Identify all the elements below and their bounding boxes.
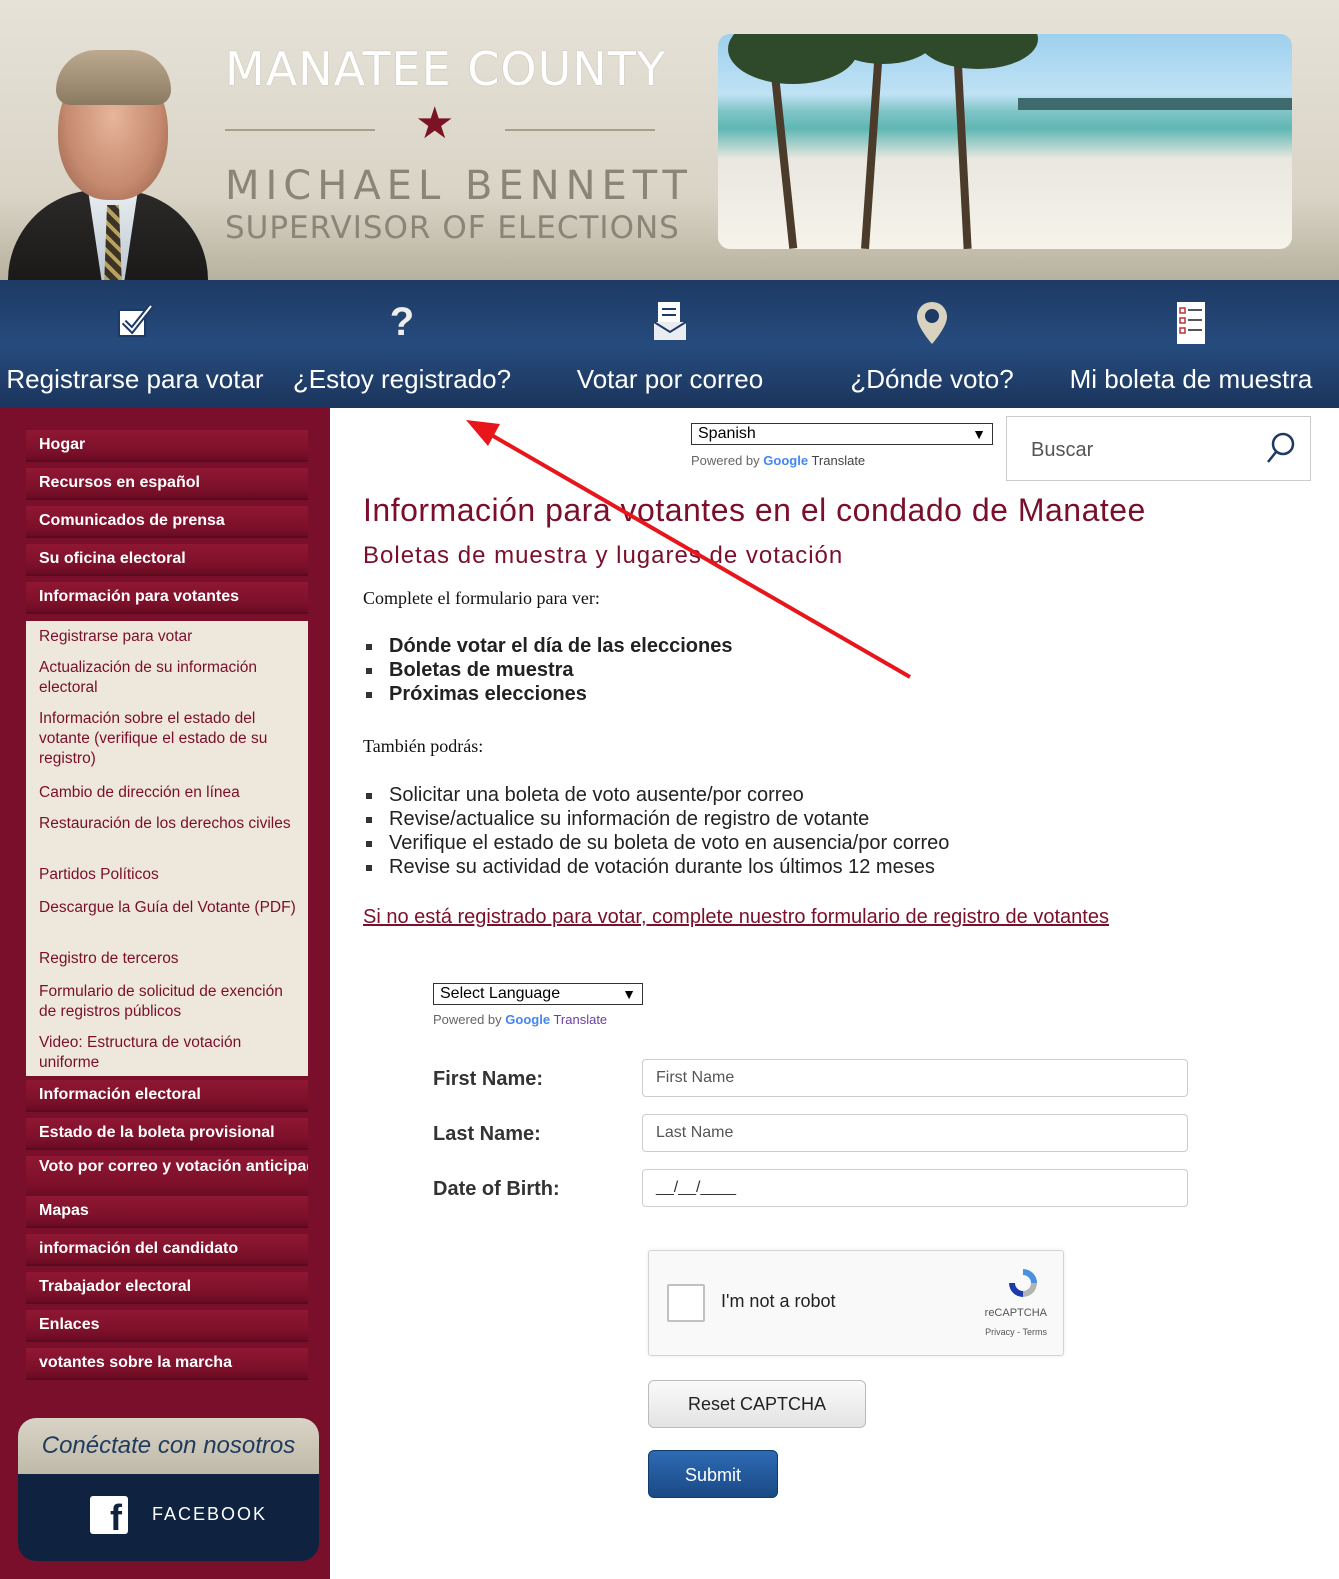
list-item: Solicitar una boleta de voto ausente/por… (363, 783, 949, 807)
nav-label: Registrarse para votar (6, 364, 264, 394)
checklist-icon (1174, 300, 1208, 355)
translate-language-select[interactable]: Spanish ▼ (691, 423, 993, 445)
nav-where-vote[interactable]: ¿Dónde voto? (804, 280, 1060, 408)
submenu-partidos[interactable]: Partidos Políticos (39, 865, 301, 885)
submenu-registro-terceros[interactable]: Registro de terceros (39, 949, 301, 969)
question-icon: ? (389, 300, 415, 344)
title-divider: ★ (225, 102, 677, 148)
sidebar-item-boleta-provisional[interactable]: Estado de la boleta provisional (26, 1118, 308, 1150)
powered-by-google: Powered by Google Translate (691, 453, 865, 468)
nav-label: ¿Dónde voto? (850, 364, 1014, 394)
last-name-label: Last Name: (433, 1123, 541, 1145)
submenu-guia-votante[interactable]: Descargue la Guía del Votante (PDF) (39, 898, 301, 918)
google-logo: Google (763, 453, 809, 468)
county-title: MANATEE COUNTY (225, 42, 666, 96)
google-logo: Google (505, 1012, 551, 1027)
beach-photo (718, 34, 1292, 249)
submenu-actualizacion[interactable]: Actualización de su información electora… (39, 658, 301, 698)
captcha-label: I'm not a robot (721, 1291, 836, 1311)
dob-input[interactable]: __/__/____ (642, 1169, 1188, 1207)
page-title: Información para votantes en el condado … (363, 492, 1146, 528)
sidebar-item-voto-correo[interactable]: Voto por correo y votación anticipada (26, 1156, 308, 1198)
site-header: MANATEE COUNTY ★ MICHAEL BENNETT SUPERVI… (0, 0, 1339, 280)
submenu-cambio-direccion[interactable]: Cambio de dirección en línea (39, 783, 301, 803)
sidebar-submenu: Registrarse para votar Actualización de … (26, 621, 308, 1076)
main-nav: Registrarse para votar ? ¿Estoy registra… (0, 280, 1339, 408)
select-language-dropdown[interactable]: Select Language ▼ (433, 983, 643, 1005)
last-name-input[interactable]: Last Name (642, 1114, 1188, 1152)
chevron-down-icon: ▼ (972, 426, 986, 442)
sidebar-item-informacion-votantes[interactable]: Información para votantes (26, 582, 308, 614)
also-text: También podrás: (363, 736, 484, 756)
mail-ballot-icon (650, 300, 690, 353)
supervisor-role: SUPERVISOR OF ELECTIONS (225, 210, 680, 246)
also-list: Solicitar una boleta de voto ausente/por… (363, 783, 949, 879)
search-input[interactable]: Buscar (1031, 439, 1093, 462)
intro-text: Complete el formulario para ver: (363, 588, 600, 608)
reset-captcha-button[interactable]: Reset CAPTCHA (648, 1380, 866, 1428)
nav-sample-ballot[interactable]: Mi boleta de muestra (1060, 280, 1322, 408)
nav-label: Mi boleta de muestra (1069, 364, 1313, 394)
sidebar: Hogar Recursos en español Comunicados de… (0, 408, 330, 1579)
first-name-input[interactable]: First Name (642, 1059, 1188, 1097)
nav-label: ¿Estoy registrado? (292, 364, 512, 394)
search-box: Buscar (1006, 416, 1311, 481)
sidebar-item-votantes-marcha[interactable]: votantes sobre la marcha (26, 1348, 308, 1380)
nav-am-i-registered[interactable]: ? ¿Estoy registrado? (268, 280, 536, 408)
supervisor-name: MICHAEL BENNETT (225, 163, 693, 209)
sidebar-item-trabajador[interactable]: Trabajador electoral (26, 1272, 308, 1304)
powered-by-google-2: Powered by Google Translate (433, 1012, 607, 1027)
translate-link[interactable]: Translate (553, 1012, 607, 1027)
chevron-down-icon: ▼ (622, 986, 636, 1002)
main-content: Spanish ▼ Powered by Google Translate Bu… (330, 408, 1339, 1579)
sidebar-item-oficina[interactable]: Su oficina electoral (26, 544, 308, 576)
facebook-label: FACEBOOK (152, 1504, 268, 1524)
captcha-brand: reCAPTCHA (984, 1307, 1047, 1319)
recaptcha-icon (1009, 1269, 1037, 1297)
sidebar-item-recursos[interactable]: Recursos en español (26, 468, 308, 500)
recaptcha-widget: I'm not a robot reCAPTCHA Privacy - Term… (648, 1250, 1064, 1356)
supervisor-portrait (8, 40, 208, 280)
select-language-label: Select Language (440, 985, 561, 1002)
star-icon: ★ (415, 99, 455, 148)
list-item: Verifique el estado de su boleta de voto… (363, 831, 949, 855)
submenu-registrarse[interactable]: Registrarse para votar (39, 627, 301, 647)
submenu-video[interactable]: Video: Estructura de votación uniforme (39, 1033, 301, 1073)
checkbox-icon (115, 300, 155, 349)
page-subtitle: Boletas de muestra y lugares de votación (363, 542, 844, 569)
submenu-restauracion[interactable]: Restauración de los derechos civiles (39, 814, 301, 834)
search-icon[interactable] (1266, 431, 1296, 465)
sidebar-item-mapas[interactable]: Mapas (26, 1196, 308, 1228)
list-item: Revise/actualice su información de regis… (363, 807, 949, 831)
nav-label: Votar por correo (576, 364, 764, 394)
sidebar-item-comunicados[interactable]: Comunicados de prensa (26, 506, 308, 538)
connect-title: Conéctate con nosotros (18, 1418, 319, 1474)
submenu-estado-votante[interactable]: Información sobre el estado del votante … (39, 709, 301, 769)
list-item: Boletas de muestra (363, 658, 732, 682)
first-name-label: First Name: (433, 1068, 544, 1090)
location-pin-icon (915, 300, 949, 355)
features-list: Dónde votar el día de las elecciones Bol… (363, 634, 732, 706)
selected-language: Spanish (698, 425, 756, 442)
powered-text: Powered by (691, 453, 760, 468)
sidebar-item-enlaces[interactable]: Enlaces (26, 1310, 308, 1342)
nav-vote-by-mail[interactable]: Votar por correo (536, 280, 804, 408)
list-item: Próximas elecciones (363, 682, 732, 706)
list-item: Dónde votar el día de las elecciones (363, 634, 732, 658)
connect-box: Conéctate con nosotros f FACEBOOK (18, 1418, 319, 1561)
sidebar-item-informacion-electoral[interactable]: Información electoral (26, 1080, 308, 1112)
captcha-privacy-terms[interactable]: Privacy - Terms (985, 1327, 1047, 1337)
translate-link[interactable]: Translate (811, 453, 865, 468)
captcha-checkbox[interactable] (667, 1284, 705, 1322)
nav-register[interactable]: Registrarse para votar (0, 280, 270, 408)
powered-text: Powered by (433, 1012, 502, 1027)
list-item: Revise su actividad de votación durante … (363, 855, 949, 879)
sidebar-item-candidato[interactable]: información del candidato (26, 1234, 308, 1266)
sidebar-item-hogar[interactable]: Hogar (26, 430, 308, 462)
dob-label: Date of Birth: (433, 1178, 560, 1200)
submenu-exencion[interactable]: Formulario de solicitud de exención de r… (39, 982, 301, 1022)
facebook-icon: f (90, 1496, 128, 1534)
voter-registration-link[interactable]: Si no está registrado para votar, comple… (363, 906, 1109, 929)
submit-button[interactable]: Submit (648, 1450, 778, 1498)
